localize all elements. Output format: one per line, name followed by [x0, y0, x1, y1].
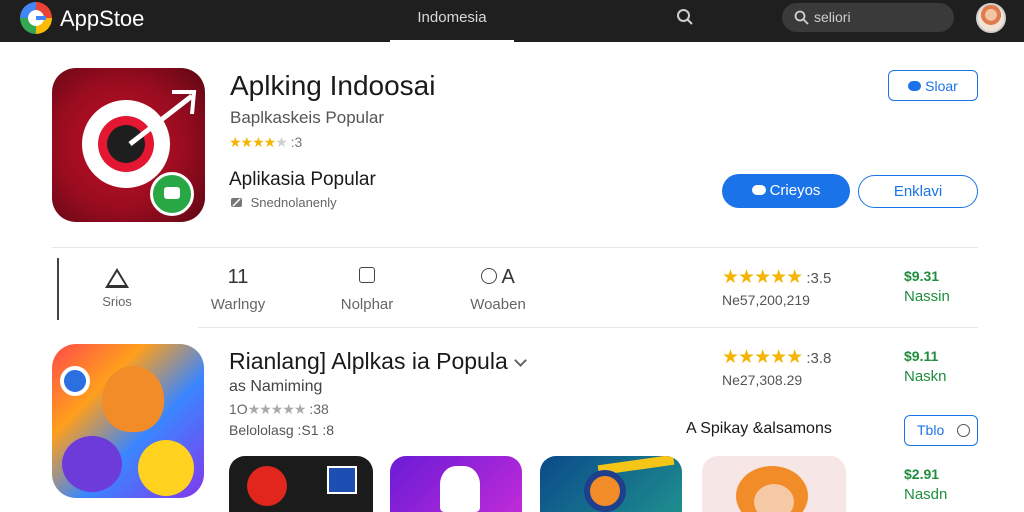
- screenshot-thumbnail[interactable]: [702, 456, 846, 512]
- developer-icon: [231, 198, 242, 207]
- game-app-subtitle: as Namiming: [229, 378, 323, 395]
- emoji-character: [138, 440, 194, 496]
- stat-size-label: Nolphar: [340, 296, 394, 313]
- price-amount: $9.11: [904, 348, 939, 364]
- stat-count-label: Warlngy: [210, 296, 266, 313]
- download-box-icon: [359, 267, 375, 283]
- fox-character: [102, 366, 164, 432]
- secondary-action-button[interactable]: Enklavi: [858, 175, 978, 208]
- price-label: Naskn: [904, 368, 947, 385]
- stat-size: Nolphar: [330, 266, 404, 313]
- price-block[interactable]: $9.31 Nassin: [904, 268, 950, 305]
- share-button[interactable]: Sloar: [888, 70, 978, 101]
- warning-icon: [105, 268, 129, 288]
- chat-badge-icon: [150, 172, 194, 216]
- featured-app-rating: ★★★★★ :3: [229, 134, 302, 151]
- rating-summary: ★★★★★ :3.5 Ne57,200,219: [722, 266, 831, 308]
- tab-region[interactable]: Indomesia: [390, 0, 514, 42]
- blob-character: [62, 436, 122, 492]
- search-icon[interactable]: [676, 8, 694, 26]
- stat-time: A Woaben: [460, 266, 536, 313]
- stat-warning: Srios: [90, 266, 144, 309]
- rating-value: :3.5: [806, 270, 832, 287]
- featured-app-title[interactable]: Aplking Indoosai: [230, 70, 435, 102]
- search-input[interactable]: seliori: [782, 3, 954, 32]
- game-app-title[interactable]: Rianlang] Alplkas ia Popula: [229, 348, 527, 375]
- screenshot-thumbnail[interactable]: [390, 456, 522, 512]
- section-marker: [57, 258, 59, 320]
- featured-app-category: Aplikasia Popular: [229, 169, 376, 190]
- cloud-icon: [751, 185, 766, 195]
- developer-name: Snednolanenly: [250, 195, 337, 210]
- featured-rating-value: :3: [290, 134, 303, 150]
- game-app-icon[interactable]: [52, 344, 204, 498]
- section-divider: [52, 247, 978, 248]
- search-field-icon: [794, 10, 809, 25]
- chevron-down-icon[interactable]: [513, 354, 527, 367]
- stat-count: 11 Warlngy: [200, 266, 276, 313]
- chat-bubble-icon: [908, 81, 922, 91]
- price-label: Nassin: [904, 288, 950, 305]
- game-rating-prefix: 1O: [229, 401, 248, 417]
- price-block[interactable]: $2.91 Nasdn: [904, 466, 947, 503]
- star-rating-icon: ★★★★★: [722, 267, 803, 288]
- game-app-rating: 1O★★★★★ :38: [229, 401, 329, 418]
- app-store-logo-icon[interactable]: [20, 2, 52, 34]
- rating-value: :3.8: [806, 350, 832, 367]
- star-rating-icon: ★★★★★: [229, 134, 288, 150]
- stat-time-value: A: [501, 266, 515, 288]
- game-rating-value: :38: [309, 401, 329, 417]
- ball-character: [60, 366, 90, 396]
- game-title-text: Rianlang] Alplkas ia Popula: [229, 348, 508, 374]
- rating-count: Ne27,308.29: [722, 372, 803, 388]
- featured-app-subtitle: Baplkaskeis Popular: [230, 108, 385, 127]
- avatar[interactable]: [976, 3, 1006, 33]
- info-button[interactable]: Tblo: [904, 415, 978, 446]
- section-divider: [198, 327, 978, 328]
- app-store-title[interactable]: AppStoe: [60, 6, 144, 32]
- search-placeholder: seliori: [814, 9, 851, 25]
- price-amount: $9.31: [904, 268, 940, 284]
- clock-icon: [957, 424, 970, 437]
- clock-icon: [481, 268, 498, 284]
- share-label: Sloar: [925, 78, 958, 94]
- star-rating-icon: ★★★★★: [722, 347, 803, 368]
- stat-count-value: 11: [227, 266, 249, 288]
- install-button[interactable]: Crieyos: [722, 174, 850, 208]
- install-label: Crieyos: [769, 182, 821, 199]
- screenshot-thumbnail[interactable]: [229, 456, 373, 512]
- featured-app-developer[interactable]: Snednolanenly: [230, 195, 337, 210]
- rating-summary: ★★★★★ :3.8 Ne27,308.29: [722, 346, 831, 388]
- star-rating-icon: ★★★★★: [247, 401, 307, 417]
- price-label: Nasdn: [904, 486, 948, 503]
- game-app-meta: Belololasg :S1 :8: [229, 422, 335, 438]
- stat-time-label: Woaben: [470, 296, 526, 313]
- rating-count: Ne57,200,219: [722, 292, 810, 308]
- stat-warning-label: Srios: [102, 294, 132, 309]
- featured-app-icon[interactable]: [52, 68, 205, 222]
- info-button-label: Tblo: [917, 422, 945, 438]
- promo-text[interactable]: A Spikay &alsamons: [686, 420, 832, 438]
- price-block[interactable]: $9.11 Naskn: [904, 348, 947, 385]
- screenshot-thumbnail[interactable]: [540, 456, 682, 512]
- top-bar: AppStoe Indomesia seliori: [0, 0, 1024, 42]
- price-amount: $2.91: [904, 466, 940, 482]
